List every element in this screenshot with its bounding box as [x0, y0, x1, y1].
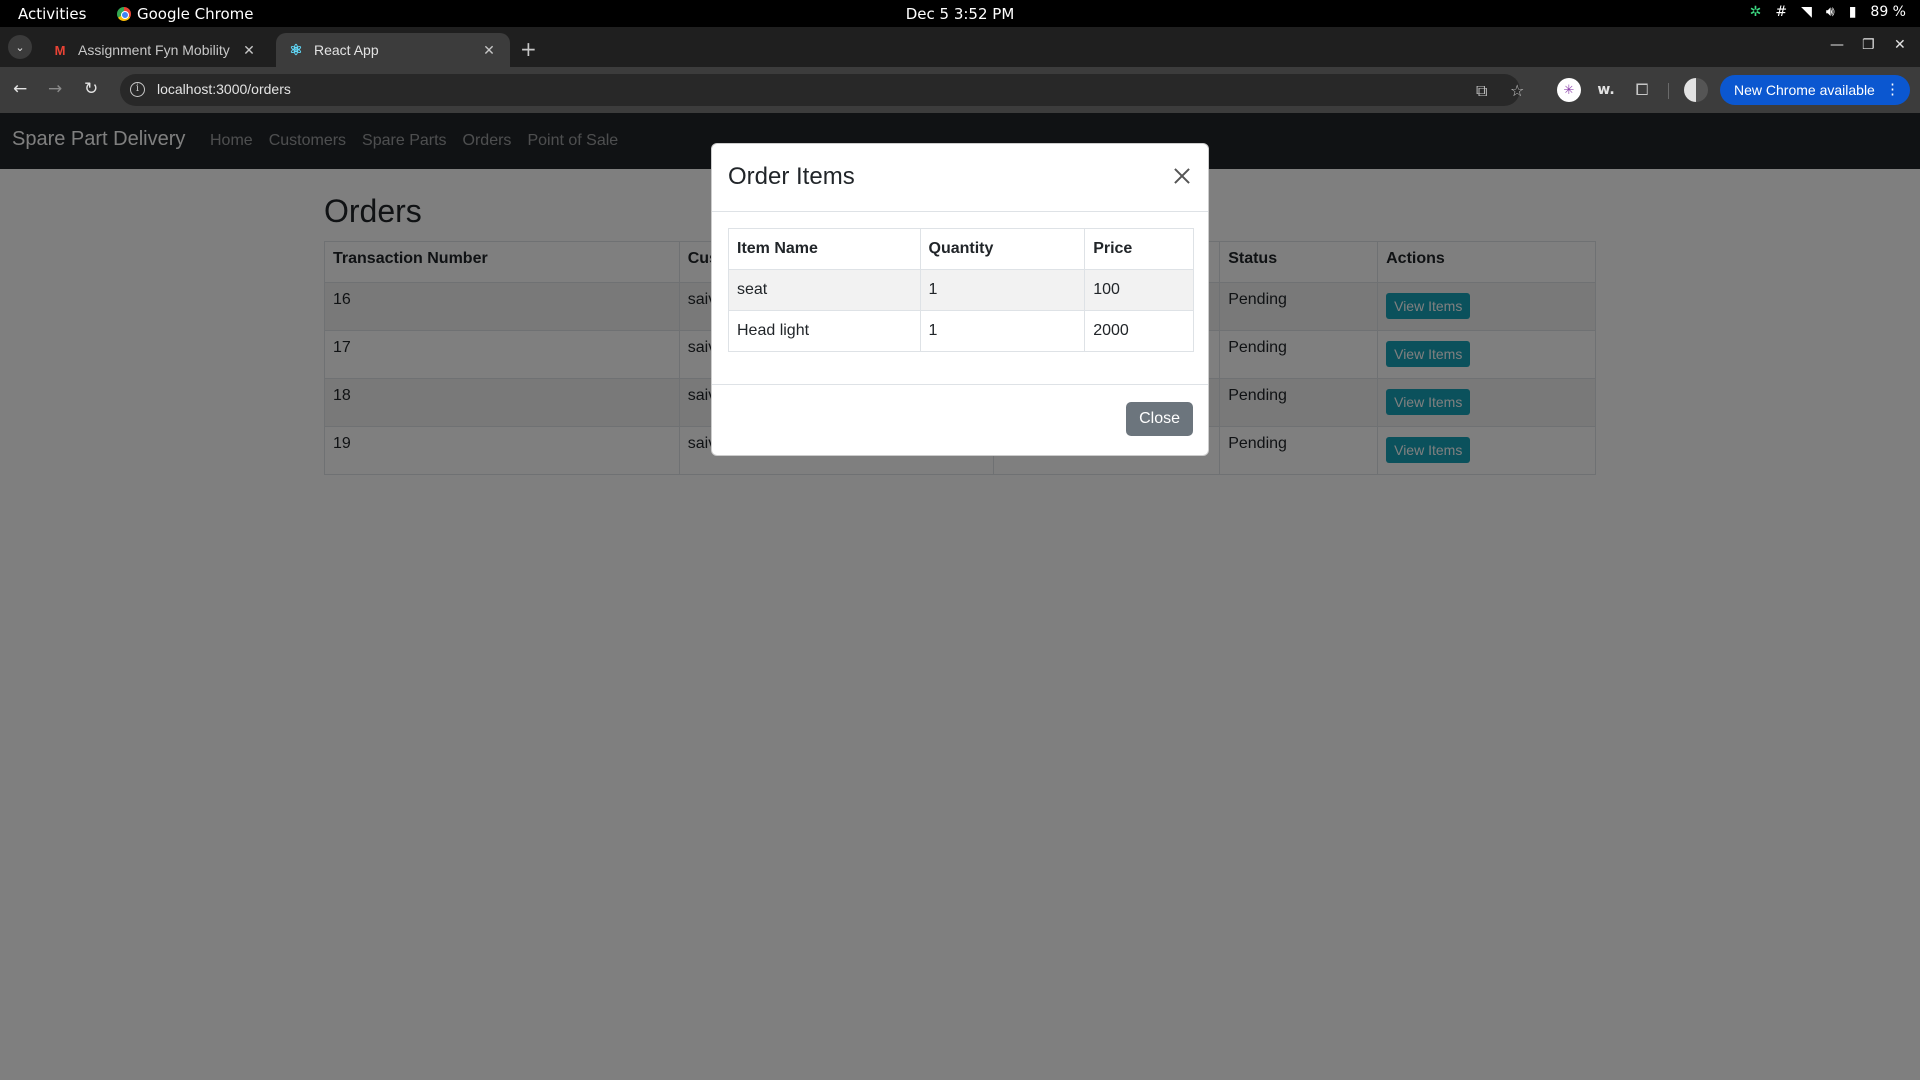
close-icon[interactable]: ✕: [480, 42, 498, 59]
profile-avatar[interactable]: [1684, 78, 1708, 102]
column-header: Quantity: [919, 228, 1086, 270]
item-name: Head light: [728, 310, 921, 352]
tab-title: React App: [314, 42, 379, 58]
minimize-icon[interactable]: —: [1830, 37, 1844, 53]
forward-icon[interactable]: →: [48, 79, 62, 99]
item-quantity: 1: [919, 269, 1086, 311]
network-status-icon: ✲: [1749, 4, 1762, 20]
react-icon: ⚛: [289, 42, 303, 59]
table-row: seat 1 100: [728, 269, 1194, 311]
tab-title: Assignment Fyn Mobility: [78, 42, 230, 58]
gmail-icon: M: [54, 42, 66, 58]
extension-icon[interactable]: ✳: [1557, 78, 1581, 102]
browser-toolbar: ← → ↻ i localhost:3000/orders ⧉ ☆ ✳ w. ⧠…: [0, 67, 1920, 113]
site-info-icon[interactable]: i: [130, 82, 145, 97]
table-row: Head light 1 2000: [728, 310, 1194, 352]
modal-footer: Close: [712, 384, 1208, 456]
extension-w-icon[interactable]: w.: [1594, 78, 1618, 102]
menu-kebab-icon[interactable]: ⋮: [1885, 80, 1900, 98]
item-price: 2000: [1084, 310, 1194, 352]
reload-icon[interactable]: ↻: [84, 79, 98, 99]
update-chrome-button[interactable]: New Chrome available ⋮: [1720, 75, 1910, 105]
item-price: 100: [1084, 269, 1194, 311]
address-bar[interactable]: i localhost:3000/orders ⧉ ☆: [120, 74, 1524, 106]
battery-percent: 89 %: [1870, 4, 1906, 20]
system-top-bar: Activities Google Chrome Dec 5 3:52 PM ✲…: [0, 0, 1920, 27]
back-icon[interactable]: ←: [13, 79, 27, 99]
column-header: Item Name: [728, 228, 921, 270]
wifi-icon: ◥: [1801, 4, 1812, 20]
system-tray[interactable]: ✲ # ◥ 🔊︎ ▮ 89 %: [1750, 4, 1906, 20]
volume-icon: 🔊︎: [1825, 4, 1835, 20]
tab-strip: ⌄ M Assignment Fyn Mobility ✕ ⚛ React Ap…: [0, 27, 1920, 67]
bookmark-star-icon[interactable]: ☆: [1510, 81, 1524, 100]
modal-title: Order Items: [728, 163, 855, 190]
close-icon[interactable]: [1170, 164, 1194, 188]
url-text[interactable]: localhost:3000/orders: [157, 81, 291, 97]
table-header-row: Item Name Quantity Price: [728, 228, 1194, 270]
install-app-icon[interactable]: ⧉: [1476, 81, 1487, 101]
toolbar-divider: [1668, 83, 1669, 99]
close-button[interactable]: Close: [1126, 402, 1193, 436]
close-icon[interactable]: ✕: [240, 42, 258, 59]
restore-icon[interactable]: ❐: [1862, 37, 1875, 53]
order-items-table: Item Name Quantity Price seat 1 100 Head…: [728, 228, 1194, 352]
tab-search-button[interactable]: ⌄: [8, 35, 32, 59]
extensions-puzzle-icon[interactable]: ⧠: [1630, 78, 1654, 102]
item-name: seat: [728, 269, 921, 311]
tab-assignment[interactable]: M Assignment Fyn Mobility ✕: [40, 33, 270, 67]
column-header: Price: [1084, 228, 1194, 270]
clock[interactable]: Dec 5 3:52 PM: [0, 5, 1920, 23]
new-tab-button[interactable]: +: [520, 37, 537, 61]
battery-icon: ▮: [1848, 4, 1857, 20]
order-items-modal: Order Items Item Name Quantity Price sea…: [711, 143, 1209, 456]
update-label: New Chrome available: [1734, 82, 1875, 98]
tab-react-app[interactable]: ⚛ React App ✕: [276, 33, 510, 67]
modal-header: Order Items: [712, 144, 1208, 212]
window-close-icon[interactable]: ✕: [1894, 37, 1906, 53]
item-quantity: 1: [919, 310, 1086, 352]
slack-icon: #: [1775, 4, 1788, 20]
